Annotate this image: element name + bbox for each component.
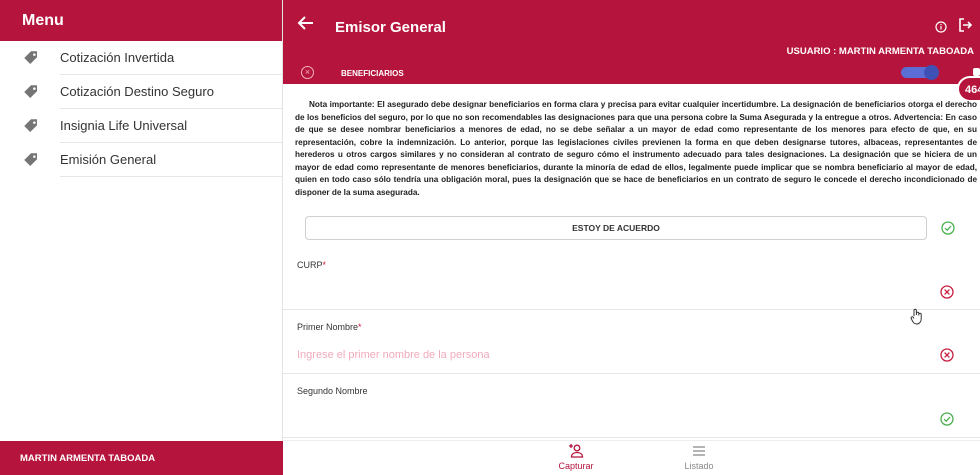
bottom-nav: Capturar Listado: [283, 440, 980, 475]
nav-listado-label: Listado: [684, 461, 714, 471]
toggle-knob: [924, 65, 939, 80]
nav-capturar[interactable]: Capturar: [555, 443, 597, 471]
error-circle-icon: [940, 285, 954, 304]
close-icon[interactable]: ×: [301, 66, 314, 79]
sidebar-item-insignia-life-universal[interactable]: Insignia Life Universal: [0, 109, 282, 143]
logout-icon[interactable]: [957, 17, 973, 38]
tag-icon: [20, 47, 42, 69]
panel-tab-edge: [973, 68, 980, 76]
sidebar: Menu Cotización Invertida Cotización Des…: [0, 0, 283, 475]
curp-input[interactable]: [297, 283, 917, 301]
sidebar-menu: Cotización Invertida Cotización Destino …: [0, 41, 282, 177]
tag-icon: [20, 149, 42, 171]
check-circle-icon: [941, 221, 955, 240]
sidebar-item-label: Cotización Invertida: [60, 41, 282, 75]
error-circle-icon: [940, 348, 954, 367]
segundo-nombre-field: Segundo Nombre: [283, 374, 980, 438]
check-circle-icon: [940, 412, 954, 431]
arrow-left-icon[interactable]: [297, 15, 315, 31]
primer-nombre-label: Primer Nombre*: [297, 322, 362, 332]
beneficiary-notice: Nota importante: El asegurado debe desig…: [295, 99, 977, 199]
sidebar-title: Menu: [0, 0, 282, 41]
nav-capturar-label: Capturar: [558, 461, 594, 471]
notice-text: Nota importante: El asegurado debe desig…: [295, 100, 977, 197]
main-panel: Emisor General USUARIO : MARTIN ARMENTA …: [283, 0, 980, 475]
curp-field: CURP*: [283, 250, 980, 310]
user-label: USUARIO : MARTIN ARMENTA TABOADA: [786, 46, 974, 57]
sidebar-item-emision-general[interactable]: Emisión General: [0, 143, 282, 177]
agree-button[interactable]: ESTOY DE ACUERDO: [305, 216, 927, 240]
page-title: Emisor General: [335, 19, 446, 36]
segundo-nombre-label: Segundo Nombre: [297, 386, 368, 396]
top-bar: Emisor General USUARIO : MARTIN ARMENTA …: [283, 0, 980, 84]
add-person-icon: [569, 444, 584, 458]
section-title: BENEFICIARIOS: [341, 69, 404, 78]
info-icon[interactable]: [935, 20, 947, 38]
sidebar-item-label: Emisión General: [60, 143, 282, 177]
sidebar-item-label: Cotización Destino Seguro: [60, 75, 282, 109]
nav-listado[interactable]: Listado: [678, 443, 720, 471]
sidebar-item-cotizacion-destino-seguro[interactable]: Cotización Destino Seguro: [0, 75, 282, 109]
app-root: Menu Cotización Invertida Cotización Des…: [0, 0, 980, 475]
sidebar-item-cotizacion-invertida[interactable]: Cotización Invertida: [0, 41, 282, 75]
segundo-nombre-input[interactable]: [297, 410, 917, 428]
section-toggle[interactable]: [901, 65, 939, 80]
list-icon: [693, 446, 705, 456]
curp-label: CURP*: [297, 260, 327, 270]
tag-icon: [20, 81, 42, 103]
primer-nombre-input[interactable]: [297, 346, 917, 364]
sidebar-item-label: Insignia Life Universal: [60, 109, 282, 143]
tag-icon: [20, 115, 42, 137]
primer-nombre-field: Primer Nombre*: [283, 310, 980, 374]
hand-cursor-icon: [910, 308, 924, 331]
sidebar-footer-user: MARTIN ARMENTA TABOADA: [0, 441, 283, 475]
